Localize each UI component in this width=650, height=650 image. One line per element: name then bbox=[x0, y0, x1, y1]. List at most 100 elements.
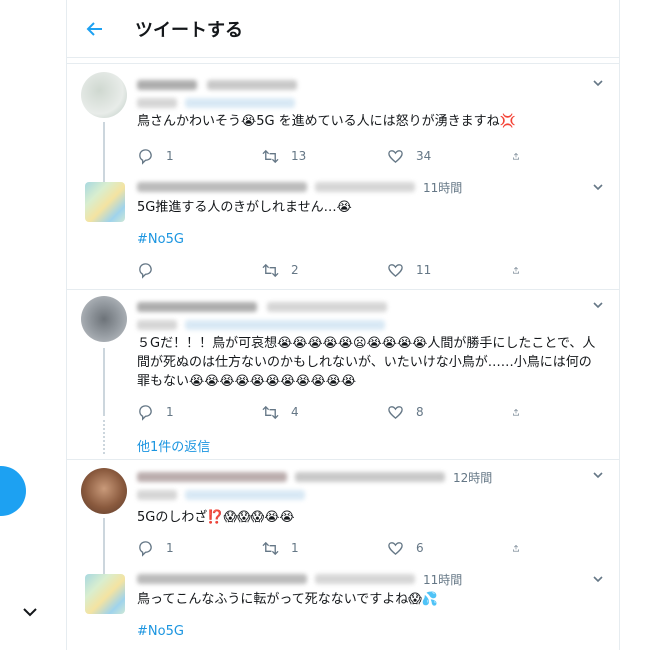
like-button[interactable]: 8 bbox=[387, 404, 512, 421]
author-meta-line2 bbox=[137, 316, 607, 334]
retweet-count: 2 bbox=[291, 263, 299, 277]
author-name bbox=[137, 574, 307, 584]
retweet-count: 1 bbox=[291, 541, 299, 555]
share-button[interactable] bbox=[512, 148, 532, 165]
page-title: ツイートする bbox=[135, 19, 243, 41]
avatar[interactable] bbox=[81, 468, 127, 514]
author-meta-line2 bbox=[137, 94, 607, 112]
tweet[interactable]: 11時間 鳥ってこんなふうに転がって死なないですよね😱💦 #No5G bbox=[67, 568, 619, 650]
hashtag-link[interactable]: #No5G bbox=[137, 624, 184, 639]
right-margin bbox=[620, 0, 650, 650]
like-count: 11 bbox=[416, 263, 432, 277]
tweet-author-meta: 11時間 bbox=[137, 570, 607, 588]
avatar[interactable] bbox=[85, 574, 125, 614]
share-icon bbox=[513, 266, 519, 273]
show-more-replies-link[interactable]: 他1件の返信 bbox=[137, 436, 210, 455]
chevron-down-icon[interactable] bbox=[591, 572, 605, 586]
reply-button[interactable]: 1 bbox=[137, 148, 262, 165]
tweet-time[interactable]: 11時間 bbox=[423, 179, 462, 196]
chevron-down-icon[interactable] bbox=[591, 468, 605, 482]
tweet-text: 鳥ってこんなふうに転がって死なないですよね😱💦 bbox=[137, 592, 439, 607]
compose-tweet-button[interactable] bbox=[0, 466, 26, 516]
author-handle bbox=[315, 182, 415, 192]
tweet-author-meta: 12時間 bbox=[137, 468, 607, 486]
heart-icon bbox=[388, 263, 403, 277]
retweet-button[interactable]: 2 bbox=[262, 262, 387, 279]
thread-more-dots bbox=[103, 420, 105, 454]
author-handle bbox=[267, 302, 387, 312]
tweet[interactable]: 鳥さんかわいそう😭5G を進めている人には怒りが湧きますね💢 1 13 34 bbox=[67, 64, 619, 182]
tweet[interactable]: ５Gだ！！！鳥が可哀想😭😭😭😭😭😦😭😭😭😭人間が勝手にしたことで、人間が死ぬのは… bbox=[67, 290, 619, 460]
share-icon bbox=[513, 408, 519, 415]
tweet-text: 5G推進する人のきがしれません…😭 bbox=[137, 200, 352, 215]
tweet-author-meta: 11時間 bbox=[137, 178, 607, 196]
retweet-icon bbox=[262, 541, 279, 555]
tweet-thread-column: ツイートする 鳥さんかわいそう😭5G を進めている人には怒りが湧きますね💢 1 … bbox=[66, 0, 620, 650]
thread-line bbox=[103, 348, 105, 416]
reply-count: 1 bbox=[166, 405, 174, 419]
author-name bbox=[137, 182, 307, 192]
heart-icon bbox=[388, 405, 403, 419]
reply-icon bbox=[139, 148, 152, 165]
share-button[interactable] bbox=[512, 262, 532, 279]
share-button[interactable] bbox=[512, 404, 532, 421]
tweet[interactable]: 12時間 5Gのしわざ⁉️😱😱😱😭😭 1 1 6 bbox=[67, 460, 619, 578]
share-icon bbox=[513, 152, 519, 159]
back-arrow-icon[interactable] bbox=[85, 19, 105, 39]
like-count: 6 bbox=[416, 541, 424, 555]
chevron-down-icon[interactable] bbox=[591, 76, 605, 90]
tweet-actions: 1 13 34 bbox=[137, 146, 559, 166]
author-handle-2 bbox=[137, 490, 177, 500]
author-handle bbox=[207, 80, 297, 90]
retweet-count: 4 bbox=[291, 405, 299, 419]
tweet[interactable]: 11時間 5G推進する人のきがしれません…😭 #No5G 2 11 bbox=[67, 172, 619, 290]
retweet-icon bbox=[262, 263, 279, 277]
hashtag-link[interactable]: #No5G bbox=[137, 232, 184, 247]
chevron-down-icon[interactable] bbox=[20, 602, 40, 622]
reply-button[interactable]: 1 bbox=[137, 540, 262, 557]
tweet-actions: 2 11 bbox=[137, 260, 559, 280]
reply-button[interactable]: 1 bbox=[137, 404, 262, 421]
author-handle bbox=[315, 574, 415, 584]
author-handle-2 bbox=[137, 320, 177, 330]
tweet-text: 5Gのしわざ⁉️😱😱😱😭😭 bbox=[137, 510, 295, 525]
tweet-time[interactable]: 12時間 bbox=[453, 469, 492, 486]
chevron-down-icon[interactable] bbox=[591, 298, 605, 312]
reply-icon bbox=[139, 404, 152, 421]
avatar[interactable] bbox=[81, 72, 127, 118]
like-button[interactable]: 34 bbox=[387, 148, 512, 165]
retweet-icon bbox=[262, 405, 279, 419]
left-nav-rail bbox=[0, 0, 66, 650]
retweet-icon bbox=[262, 149, 279, 163]
share-button[interactable] bbox=[512, 540, 532, 557]
author-link bbox=[185, 98, 295, 108]
avatar[interactable] bbox=[81, 296, 127, 342]
tweet-actions: 1 4 8 bbox=[137, 402, 559, 422]
author-name bbox=[137, 472, 287, 482]
like-count: 34 bbox=[416, 149, 432, 163]
author-name bbox=[137, 302, 257, 312]
tweet-author-meta bbox=[137, 76, 607, 94]
chevron-down-icon[interactable] bbox=[591, 180, 605, 194]
like-button[interactable]: 6 bbox=[387, 540, 512, 557]
header: ツイートする bbox=[67, 0, 619, 58]
like-button[interactable]: 11 bbox=[387, 262, 512, 279]
retweet-button[interactable]: 13 bbox=[262, 148, 387, 165]
avatar[interactable] bbox=[85, 182, 125, 222]
tweet-actions: 1 1 6 bbox=[137, 538, 559, 558]
reply-icon bbox=[139, 540, 152, 557]
author-handle bbox=[295, 472, 445, 482]
reply-button[interactable] bbox=[137, 262, 262, 279]
author-meta-line2 bbox=[137, 486, 607, 504]
tweet-time[interactable]: 11時間 bbox=[423, 571, 462, 588]
author-link bbox=[185, 490, 305, 500]
retweet-button[interactable]: 1 bbox=[262, 540, 387, 557]
retweet-button[interactable]: 4 bbox=[262, 404, 387, 421]
tweet-author-meta bbox=[137, 298, 607, 316]
author-handle-2 bbox=[137, 98, 177, 108]
share-icon bbox=[513, 544, 519, 551]
reply-icon bbox=[139, 262, 152, 279]
author-name bbox=[137, 80, 197, 90]
tweet-text: ５Gだ！！！鳥が可哀想😭😭😭😭😭😦😭😭😭😭人間が勝手にしたことで、人間が死ぬのは… bbox=[137, 336, 596, 389]
reply-count: 1 bbox=[166, 149, 174, 163]
